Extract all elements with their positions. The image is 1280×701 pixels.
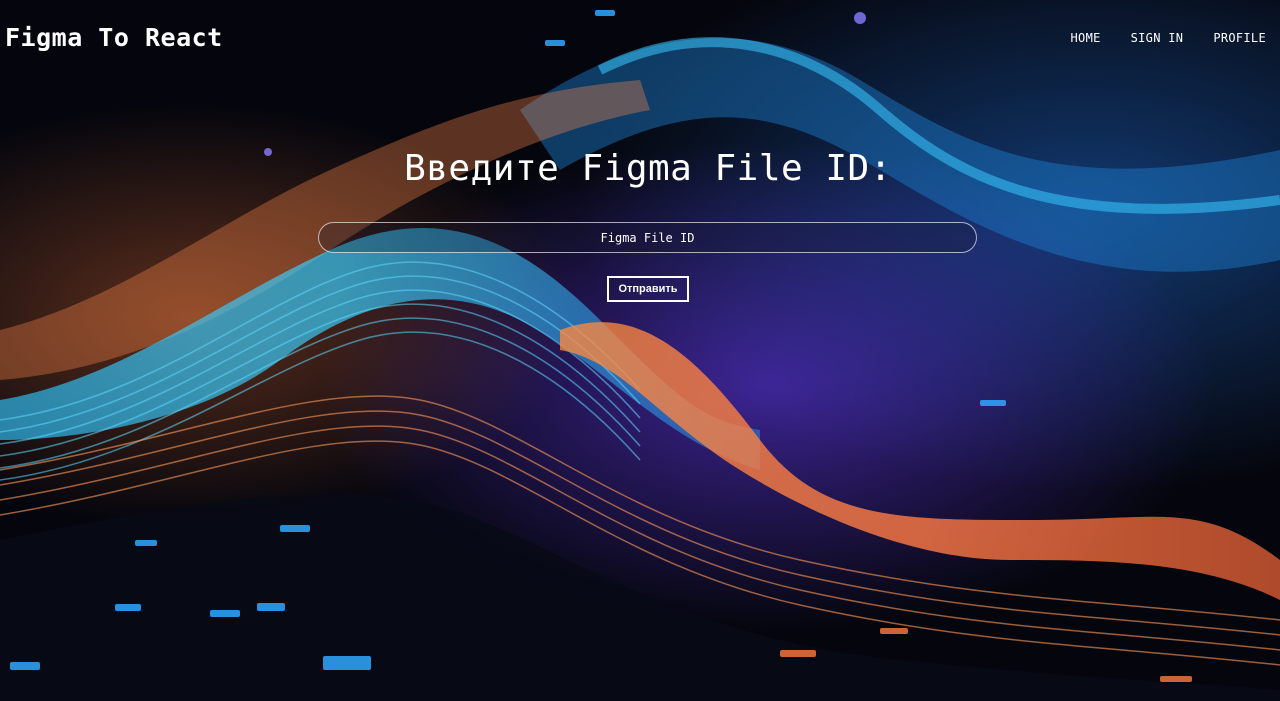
page-heading: Введите Figma File ID: — [404, 148, 892, 189]
submit-button[interactable]: Отправить — [607, 276, 689, 302]
figma-file-id-input[interactable] — [318, 222, 977, 253]
top-nav: HOME SIGN IN PROFILE — [1071, 31, 1266, 45]
background-wave-image — [0, 0, 1280, 701]
app-logo[interactable]: Figma To React — [5, 23, 223, 52]
nav-profile-link[interactable]: PROFILE — [1213, 31, 1266, 45]
nav-sign-in-link[interactable]: SIGN IN — [1131, 31, 1184, 45]
page: Figma To React HOME SIGN IN PROFILE Введ… — [0, 0, 1280, 701]
nav-home-link[interactable]: HOME — [1071, 31, 1101, 45]
